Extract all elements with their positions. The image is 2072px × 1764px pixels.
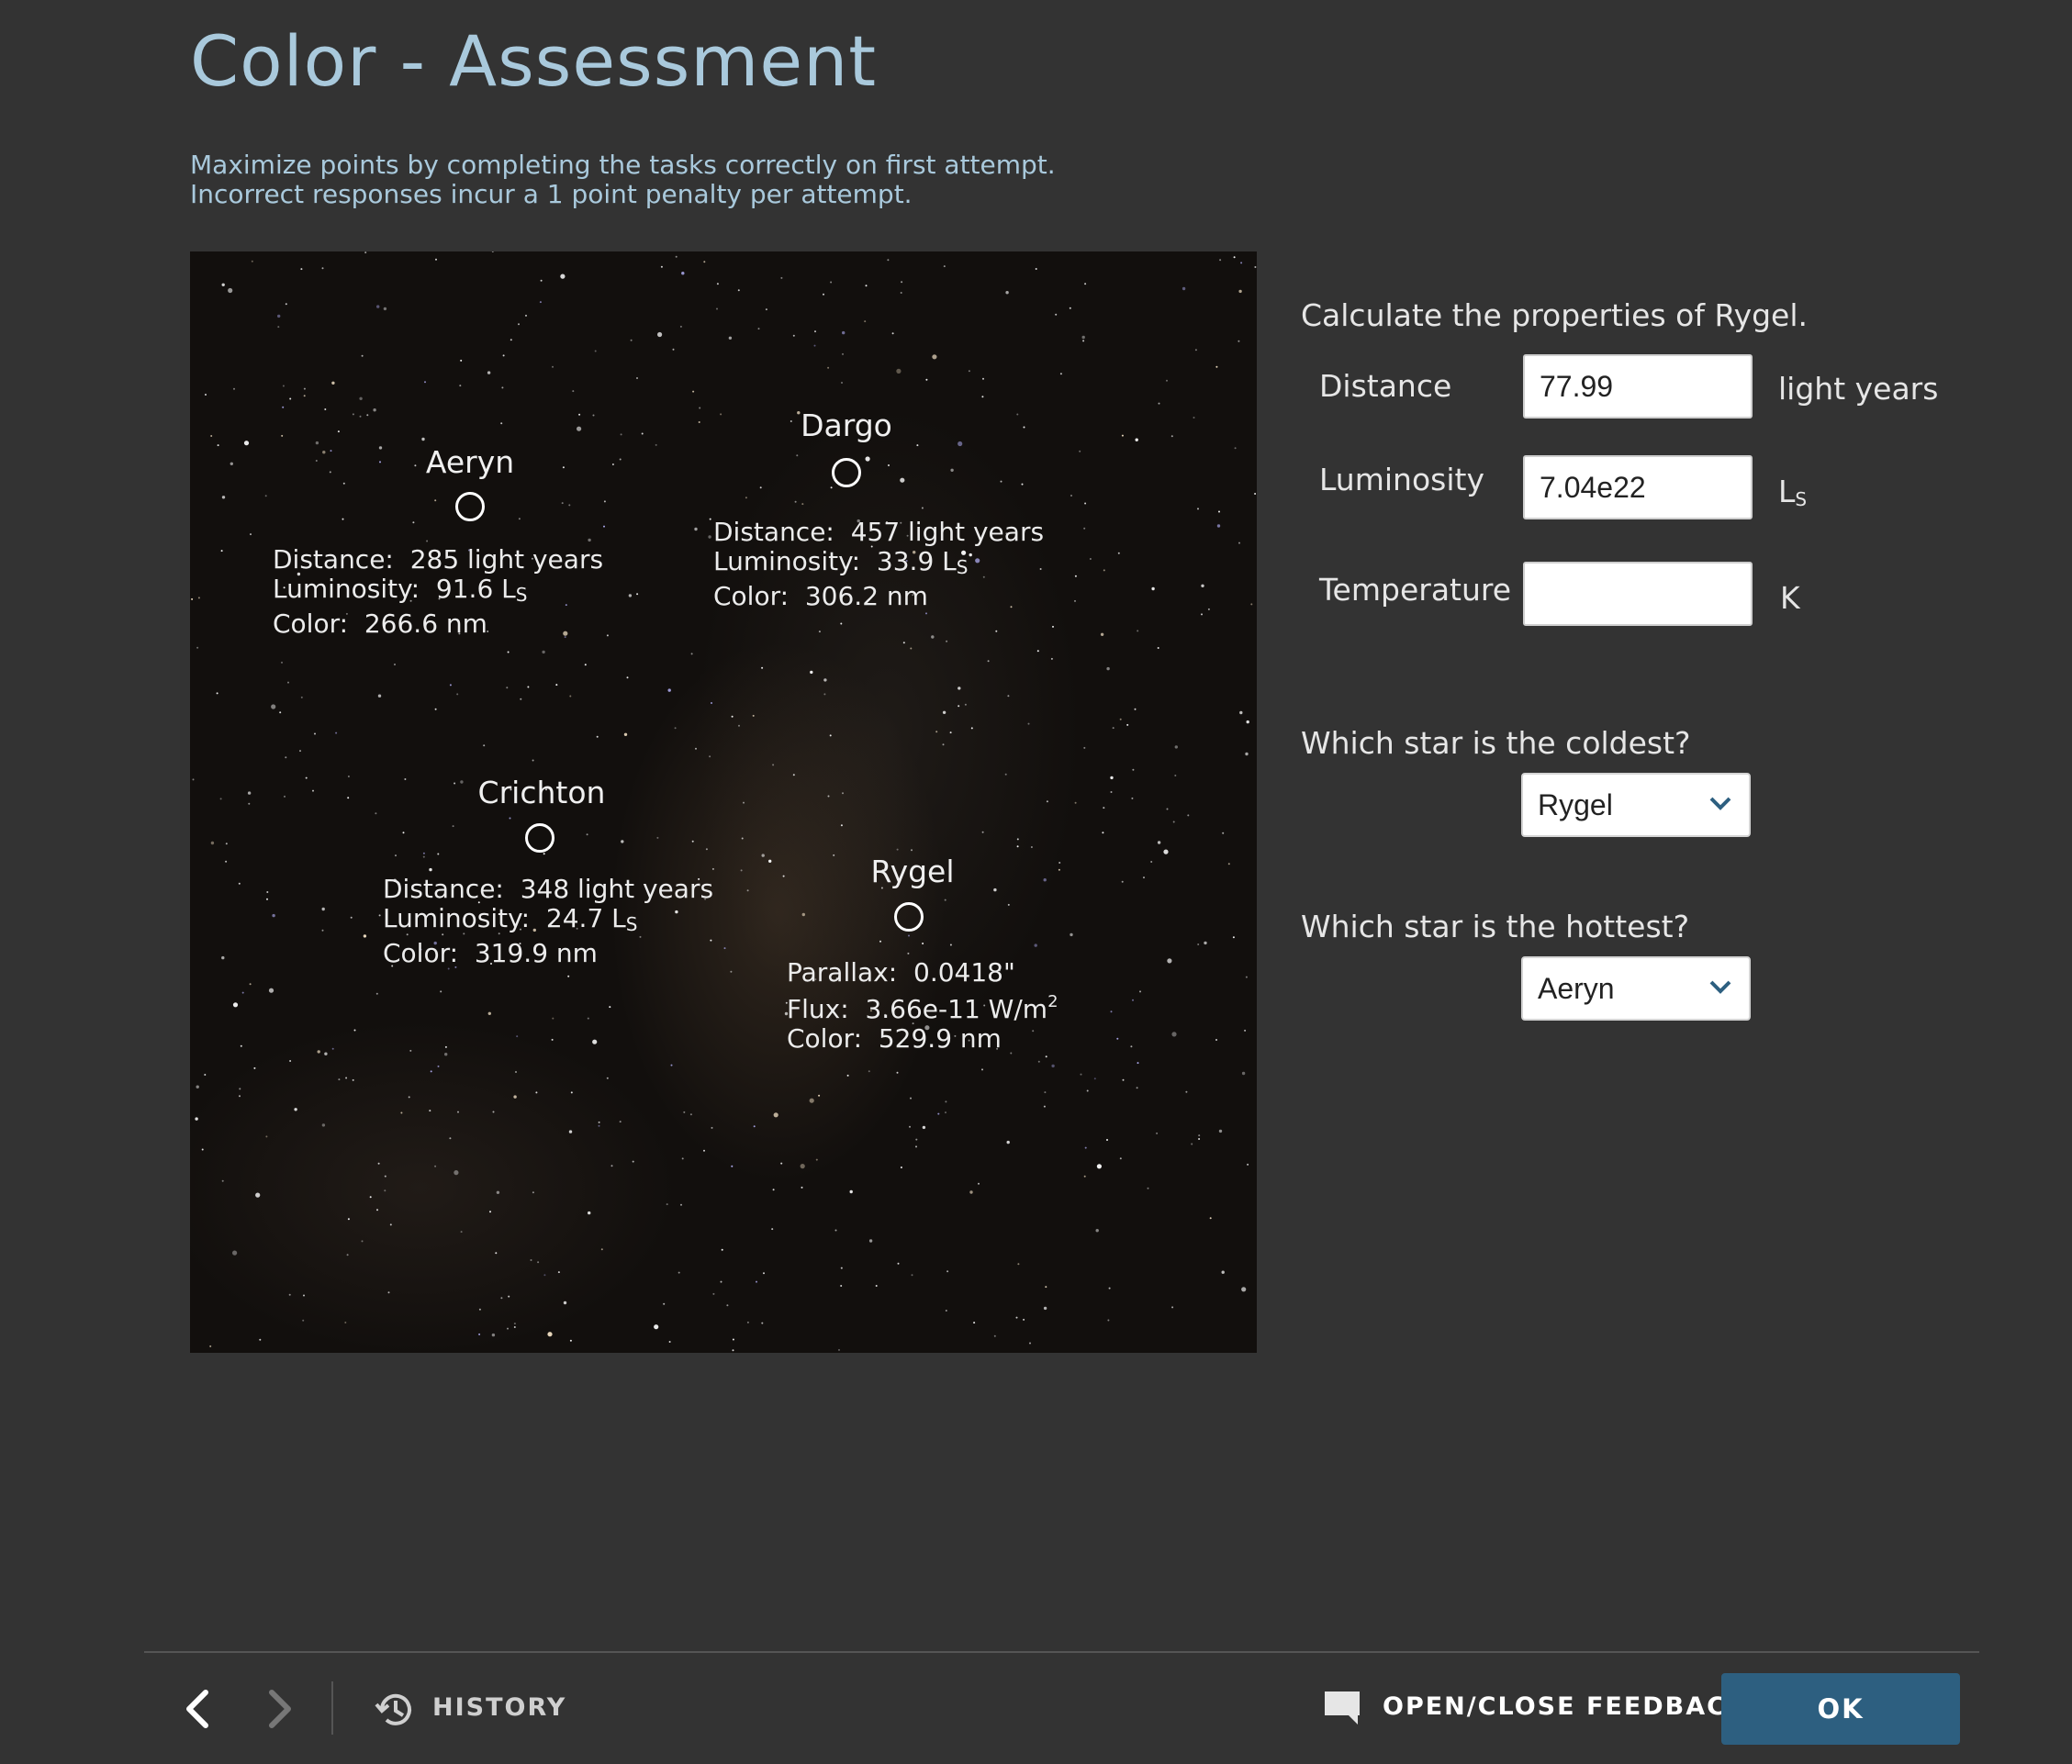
info-label: Distance: bbox=[273, 544, 394, 575]
star-label-aeryn: Aeryn bbox=[425, 444, 515, 480]
star-marker-aeryn[interactable] bbox=[455, 492, 485, 521]
info-value: 24.7 L bbox=[545, 903, 626, 933]
info-label: Color: bbox=[273, 608, 349, 639]
info-value: 91.6 L bbox=[435, 574, 516, 604]
info-value: 3.66e-11 W/m bbox=[865, 994, 1048, 1024]
info-value: 457 light years bbox=[850, 517, 1045, 547]
info-value: 266.6 nm bbox=[364, 608, 487, 639]
info-label: Parallax: bbox=[787, 957, 898, 988]
info-label: Luminosity: bbox=[713, 546, 861, 576]
luminosity-unit: LS bbox=[1778, 474, 1807, 510]
info-label: Luminosity: bbox=[383, 903, 531, 933]
star-label-rygel: Rygel bbox=[870, 854, 955, 889]
info-label: Color: bbox=[787, 1023, 863, 1054]
star-info-rygel: Parallax: 0.0418" Flux: 3.66e-11 W/m2 Co… bbox=[787, 958, 1058, 1054]
hottest-select[interactable]: Aeryn bbox=[1521, 956, 1751, 1021]
forward-arrow-icon[interactable] bbox=[264, 1687, 296, 1731]
page-title: Color - Assessment bbox=[190, 20, 878, 102]
hottest-selected-value: Aeryn bbox=[1538, 972, 1615, 1005]
star-info-dargo: Distance: 457 light years Luminosity: 33… bbox=[713, 518, 1044, 611]
star-marker-crichton[interactable] bbox=[525, 823, 554, 853]
history-button[interactable]: HISTORY bbox=[432, 1693, 566, 1722]
back-arrow-icon[interactable] bbox=[182, 1687, 213, 1731]
distance-label: Distance bbox=[1319, 368, 1452, 404]
info-value: 285 light years bbox=[409, 544, 604, 575]
info-subscript: S bbox=[956, 556, 969, 578]
instructions: Maximize points by completing the tasks … bbox=[190, 151, 1056, 209]
chevron-down-icon bbox=[1709, 797, 1731, 810]
luminosity-label: Luminosity bbox=[1319, 462, 1484, 497]
star-marker-rygel[interactable] bbox=[894, 902, 924, 932]
info-subscript: S bbox=[625, 913, 638, 935]
footer-nav-divider bbox=[331, 1681, 333, 1735]
unit-text: L bbox=[1778, 474, 1796, 509]
info-value: 319.9 nm bbox=[474, 938, 598, 968]
star-info-aeryn: Distance: 285 light years Luminosity: 91… bbox=[273, 545, 603, 639]
instruction-line-1: Maximize points by completing the tasks … bbox=[190, 150, 1056, 180]
star-info-crichton: Distance: 348 light years Luminosity: 24… bbox=[383, 875, 713, 968]
ok-button[interactable]: OK bbox=[1721, 1673, 1960, 1745]
history-icon[interactable] bbox=[375, 1689, 417, 1731]
distance-unit: light years bbox=[1778, 371, 1939, 407]
distance-input[interactable] bbox=[1523, 354, 1753, 419]
star-field-image: Aeryn Distance: 285 light years Luminosi… bbox=[190, 251, 1257, 1353]
info-label: Luminosity: bbox=[273, 574, 420, 604]
coldest-select[interactable]: Rygel bbox=[1521, 773, 1751, 837]
info-value: 306.2 nm bbox=[804, 581, 928, 611]
coldest-question: Which star is the coldest? bbox=[1301, 725, 1691, 761]
hottest-question: Which star is the hottest? bbox=[1301, 909, 1690, 944]
info-label: Color: bbox=[383, 938, 459, 968]
calc-prompt: Calculate the properties of Rygel. bbox=[1301, 297, 1809, 333]
info-label: Distance: bbox=[383, 874, 504, 904]
temperature-unit: K bbox=[1780, 580, 1800, 616]
feedback-icon[interactable] bbox=[1322, 1689, 1362, 1727]
unit-subscript: S bbox=[1795, 488, 1808, 510]
info-value: 0.0418" bbox=[913, 957, 1015, 988]
temperature-label: Temperature bbox=[1319, 572, 1512, 608]
info-value: 348 light years bbox=[520, 874, 714, 904]
info-superscript: 2 bbox=[1047, 992, 1058, 1011]
footer-divider-line bbox=[144, 1651, 1979, 1653]
info-value: 529.9 nm bbox=[878, 1023, 1002, 1054]
info-label: Distance: bbox=[713, 517, 834, 547]
temperature-input[interactable] bbox=[1523, 562, 1753, 626]
instruction-line-2: Incorrect responses incur a 1 point pena… bbox=[190, 179, 913, 209]
info-label: Color: bbox=[713, 581, 790, 611]
chevron-down-icon bbox=[1709, 980, 1731, 994]
luminosity-input[interactable] bbox=[1523, 455, 1753, 519]
info-subscript: S bbox=[515, 584, 528, 606]
info-value: 33.9 L bbox=[876, 546, 957, 576]
star-label-crichton: Crichton bbox=[477, 775, 606, 810]
info-label: Flux: bbox=[787, 994, 849, 1024]
star-field-background bbox=[191, 251, 1257, 1352]
feedback-toggle-button[interactable]: OPEN/CLOSE FEEDBACK bbox=[1383, 1692, 1748, 1721]
star-marker-dargo[interactable] bbox=[832, 458, 861, 487]
star-label-dargo: Dargo bbox=[801, 408, 892, 443]
coldest-selected-value: Rygel bbox=[1538, 788, 1613, 821]
